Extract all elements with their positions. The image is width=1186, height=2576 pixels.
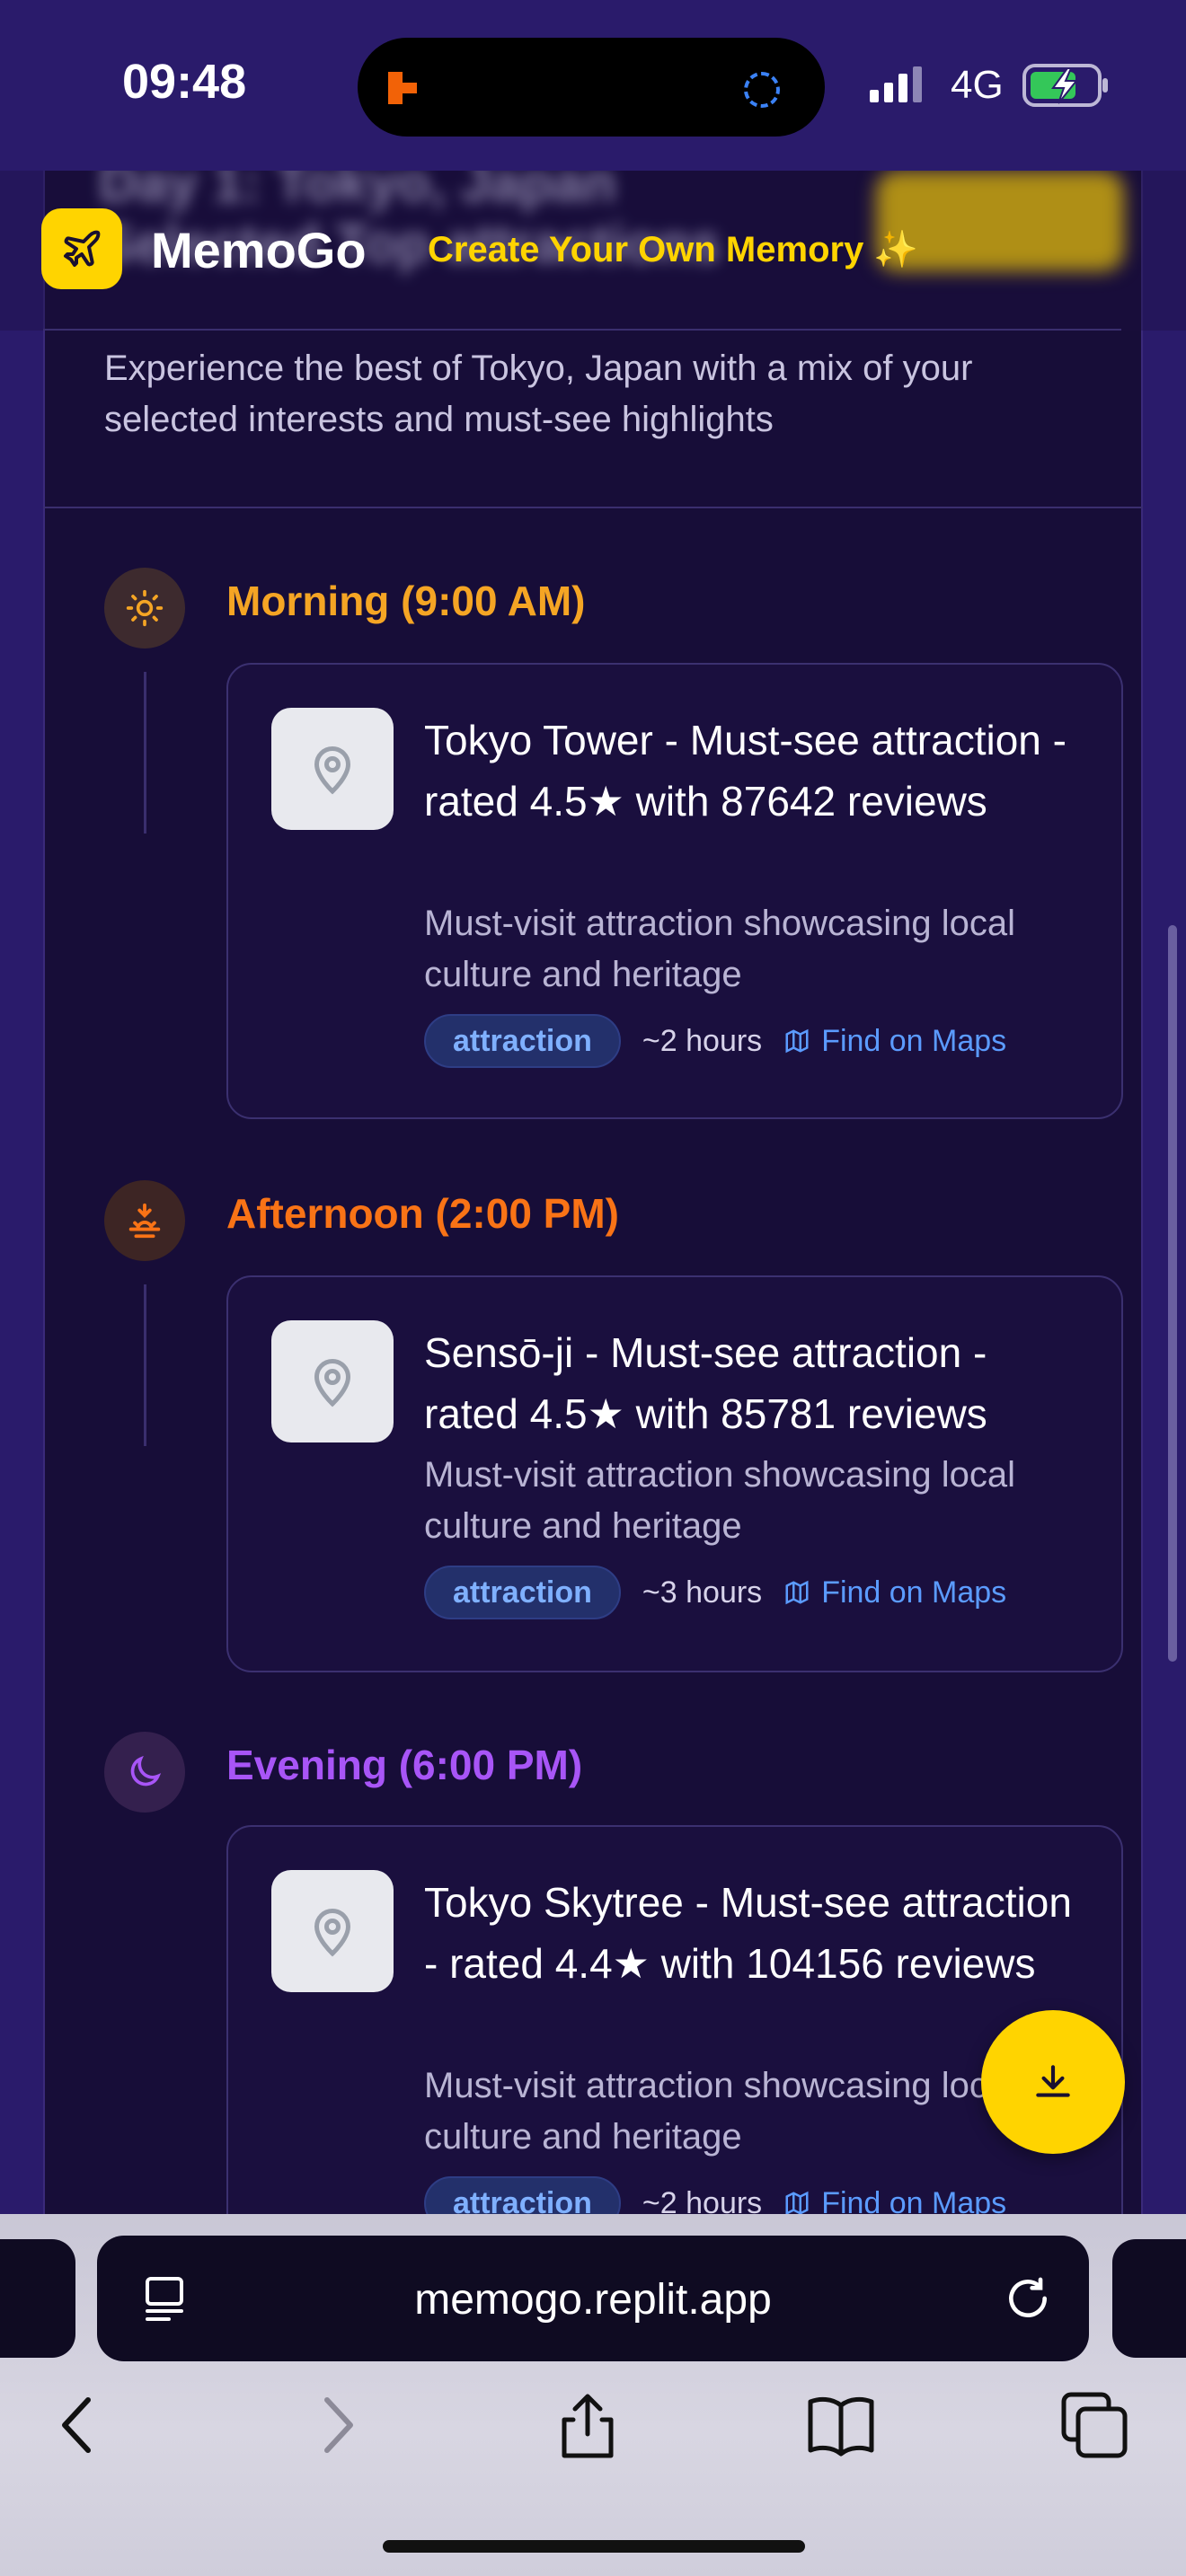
activity-meta: attraction ~3 hours Find on Maps <box>424 1565 1006 1620</box>
tabs-icon[interactable] <box>1058 2389 1130 2461</box>
battery-charging-icon <box>1022 64 1108 107</box>
app-viewport[interactable]: Day 1: Tokyo, Japan Selected Top attract… <box>0 171 1186 2214</box>
find-on-maps-label: Find on Maps <box>821 2185 1007 2215</box>
logo[interactable] <box>41 208 122 289</box>
find-on-maps-link[interactable]: Find on Maps <box>783 1024 1006 1059</box>
activity-meta: attraction ~2 hours Find on Maps <box>424 2175 1006 2214</box>
activity-title: Sensō-ji - Must-see attraction - rated 4… <box>424 1329 987 1437</box>
activity-title: Tokyo Tower - Must-see attraction - rate… <box>424 717 1067 825</box>
download-button[interactable] <box>981 2010 1125 2154</box>
category-tag: attraction <box>424 1014 621 1068</box>
divider <box>43 329 1121 331</box>
replit-icon <box>388 72 417 104</box>
download-icon <box>1036 2065 1070 2097</box>
find-on-maps-link[interactable]: Find on Maps <box>783 2185 1007 2215</box>
activity-meta: attraction ~2 hours Find on Maps <box>424 1013 1006 1069</box>
next-tab[interactable] <box>1112 2239 1186 2358</box>
timeline-connector <box>144 1284 146 1446</box>
map-pin-icon <box>271 708 394 830</box>
signal-icon <box>870 66 922 102</box>
home-indicator <box>383 2540 805 2553</box>
duration-label: ~2 hours <box>642 1023 763 1058</box>
duration-label: ~2 hours <box>642 2185 763 2215</box>
moon-icon <box>104 1732 185 1813</box>
map-pin-icon <box>271 1320 394 1442</box>
create-memory-link[interactable]: Create Your Own Memory ✨ <box>428 228 918 270</box>
url-text[interactable]: memogo.replit.app <box>97 2275 1089 2325</box>
page-gutter-left <box>0 171 43 2214</box>
activity-card[interactable]: Tokyo Tower - Must-see attraction - rate… <box>226 663 1123 1119</box>
map-icon <box>785 1580 809 1605</box>
category-tag: attraction <box>424 2176 621 2214</box>
page-gutter-right <box>1143 171 1186 2214</box>
duration-label: ~3 hours <box>642 1575 763 1610</box>
app-header: MemoGo Create Your Own Memory ✨ <box>0 171 1186 331</box>
bookmarks-icon[interactable] <box>805 2389 877 2461</box>
network-type: 4G <box>951 63 1004 107</box>
find-on-maps-link[interactable]: Find on Maps <box>783 1575 1006 1610</box>
brand-name[interactable]: MemoGo <box>151 221 367 279</box>
sun-icon <box>104 568 185 648</box>
share-icon[interactable] <box>552 2389 624 2461</box>
map-pin-icon <box>271 1870 394 1992</box>
dynamic-island <box>358 38 825 137</box>
activity-card[interactable]: Tokyo Skytree - Must-see attraction - ra… <box>226 1825 1123 2214</box>
activity-indicator-icon <box>744 72 780 108</box>
activity-title: Tokyo Skytree - Must-see attraction - ra… <box>424 1879 1072 1987</box>
map-icon <box>785 2191 809 2214</box>
previous-tab[interactable] <box>0 2239 75 2358</box>
time-slot-evening: Evening (6:00 PM) <box>226 1742 583 1788</box>
forward-icon[interactable] <box>302 2389 374 2461</box>
time-slot-afternoon: Afternoon (2:00 PM) <box>226 1190 619 1237</box>
time-slot-morning: Morning (9:00 AM) <box>226 578 586 624</box>
plane-icon <box>64 230 101 267</box>
sunset-icon <box>104 1180 185 1261</box>
activity-description: Must-visit attraction showcasing local c… <box>424 904 1016 994</box>
timeline-connector <box>144 672 146 834</box>
status-time: 09:48 <box>122 55 247 109</box>
status-bar: 09:48 4G <box>0 0 1186 171</box>
divider <box>43 507 1143 508</box>
address-bar[interactable]: memogo.replit.app <box>97 2236 1089 2361</box>
back-icon[interactable] <box>41 2389 113 2461</box>
scrollbar[interactable] <box>1168 925 1177 1662</box>
find-on-maps-label: Find on Maps <box>821 1023 1007 1058</box>
itinerary-intro: Experience the best of Tokyo, Japan with… <box>104 348 973 439</box>
activity-description: Must-visit attraction showcasing local c… <box>424 1455 1016 1546</box>
reload-icon[interactable] <box>1003 2273 1053 2324</box>
activity-card[interactable]: Sensō-ji - Must-see attraction - rated 4… <box>226 1275 1123 1672</box>
category-tag: attraction <box>424 1566 621 1619</box>
map-icon <box>785 1028 809 1054</box>
find-on-maps-label: Find on Maps <box>821 1575 1007 1610</box>
